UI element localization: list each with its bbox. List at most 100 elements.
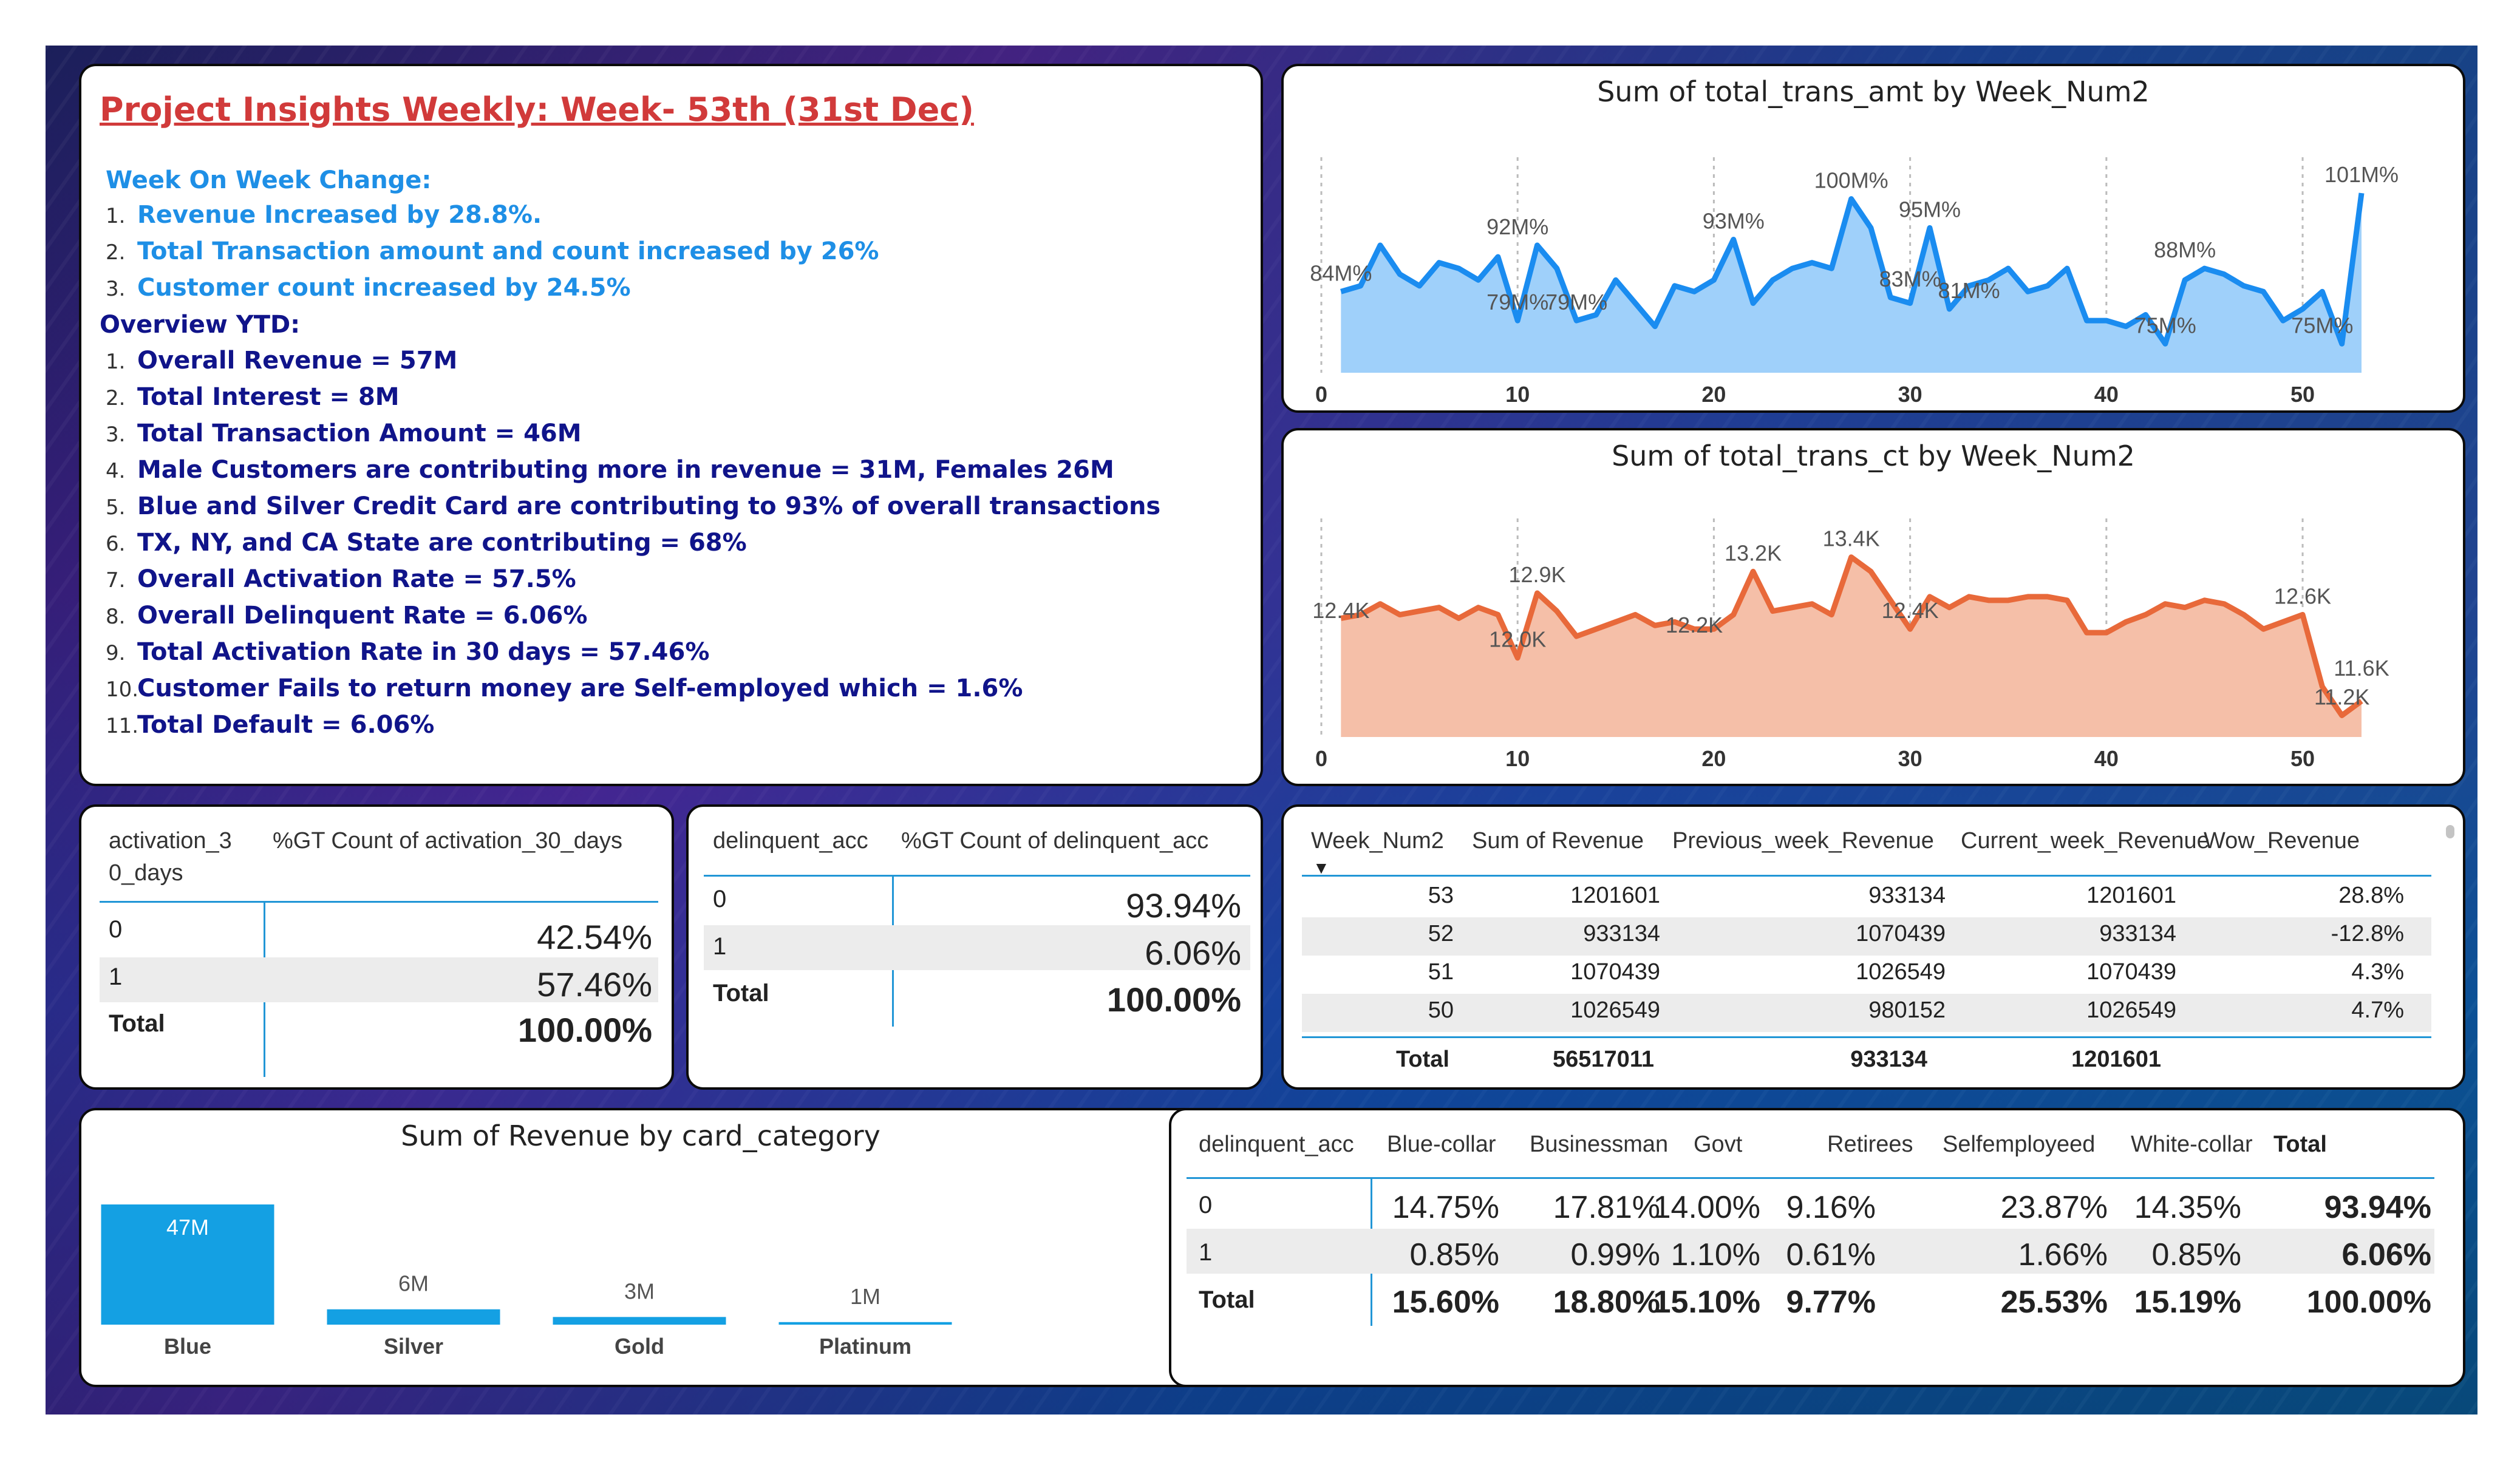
insight-item: 4. Male Customers are contributing more i…	[106, 456, 1114, 484]
row-key: 0	[109, 916, 123, 943]
table-cell: 14.75%	[1392, 1190, 1499, 1225]
row-value: 42.54%	[537, 918, 652, 956]
column-header[interactable]: delinquent_acc	[1199, 1132, 1354, 1158]
table-cell: 52	[1428, 921, 1454, 946]
list-number: 8.	[106, 605, 126, 629]
list-number: 3.	[106, 277, 126, 301]
list-number: 11.	[106, 714, 139, 738]
column-header-week[interactable]: Week_Num2	[1311, 828, 1444, 854]
total-label: Total	[713, 980, 769, 1007]
insight-text: Customer count increased by 24.5%	[137, 274, 631, 302]
column-header[interactable]: Selfemployeed	[1943, 1132, 2095, 1158]
column-header[interactable]: Previous_week_Revenue	[1672, 828, 1934, 854]
column-header[interactable]: Blue-collar	[1387, 1132, 1496, 1158]
x-tick-label: 40	[2094, 746, 2119, 771]
column-header[interactable]: %GT Count of delinquent_acc	[901, 828, 1208, 854]
column-header[interactable]: activation_3	[109, 828, 232, 854]
column-header[interactable]: Sum of Revenue	[1472, 828, 1644, 854]
table-cell: 1070439	[1856, 921, 1946, 946]
table-cell: 9.16%	[1786, 1190, 1876, 1225]
insight-item: 5. Blue and Silver Credit Card are contri…	[106, 492, 1160, 520]
column-header[interactable]: Retirees	[1827, 1132, 1913, 1158]
data-label: 88M%	[2154, 237, 2216, 262]
data-label: 13.4K	[1823, 526, 1880, 551]
column-header[interactable]: White-collar	[2131, 1132, 2253, 1158]
category-label: Platinum	[819, 1334, 911, 1359]
insight-item: 8. Overall Delinquent Rate = 6.06%	[106, 602, 587, 630]
x-tick-label: 0	[1315, 746, 1327, 771]
column-header[interactable]: Businessman	[1530, 1132, 1668, 1158]
table-cell: 1.10%	[1670, 1237, 1760, 1272]
insight-item: 7. Overall Activation Rate = 57.5%	[106, 565, 576, 593]
table-cell: 4.3%	[2351, 959, 2404, 985]
total-value: 100.00%	[1106, 980, 1241, 1019]
list-number: 7.	[106, 568, 126, 593]
bar[interactable]	[778, 1322, 952, 1325]
data-label: 81M%	[1938, 278, 2000, 303]
insight-item: 2. Total Interest = 8M	[106, 383, 400, 411]
table-cell: 0.85%	[2151, 1237, 2241, 1272]
insights-panel: Project Insights Weekly: Week- 53th (31s…	[79, 64, 1263, 786]
data-label: 75M%	[2134, 313, 2196, 338]
table-cell: 1201601	[1570, 883, 1660, 908]
data-label: 12.6K	[2274, 584, 2331, 609]
activation-table: activation_3 0_days %GT Count of activat…	[81, 807, 672, 1087]
delinquent-table-panel: delinquent_acc %GT Count of delinquent_a…	[686, 804, 1263, 1090]
card-category-bar-chart: 47M Blue 6M Silver 3M Gold 1M Platinum	[101, 1204, 952, 1359]
column-header[interactable]: Total	[2273, 1132, 2327, 1158]
table-cell: 1.66%	[2018, 1237, 2108, 1272]
bar[interactable]	[553, 1317, 726, 1325]
occupation-matrix-panel: delinquent_acc Blue-collar Businessman Govt…	[1169, 1108, 2465, 1387]
table-cell: 50	[1428, 997, 1454, 1023]
column-header[interactable]: Wow_Revenue	[2204, 828, 2360, 854]
insight-text: TX, NY, and CA State are contributing = …	[137, 529, 747, 557]
list-number: 5.	[106, 495, 126, 520]
total-divider	[1302, 1036, 2431, 1038]
data-label: 12.9K	[1508, 562, 1565, 587]
data-label: 84M%	[1310, 260, 1372, 285]
table-cell: 9.77%	[1786, 1285, 1876, 1320]
column-header[interactable]: %GT Count of activation_30_days	[273, 828, 622, 854]
scrollbar-thumb[interactable]	[2446, 825, 2454, 838]
insight-text: Overall Delinquent Rate = 6.06%	[137, 602, 588, 630]
table-cell: 23.87%	[2000, 1190, 2108, 1225]
category-label: Blue	[164, 1334, 211, 1359]
insight-text: Overall Activation Rate = 57.5%	[137, 565, 576, 593]
total-value: 100.00%	[517, 1011, 652, 1049]
data-label: 101M%	[2324, 162, 2399, 187]
table-cell: 53	[1428, 883, 1454, 908]
activation-table-panel: activation_3 0_days %GT Count of activat…	[79, 804, 674, 1090]
header-divider	[1302, 875, 2431, 877]
table-cell: 980152	[1868, 997, 1946, 1023]
row-key: 1	[1199, 1239, 1213, 1266]
x-tick-label: 30	[1898, 382, 1922, 407]
ytd-heading: Overview YTD:	[100, 311, 301, 339]
data-label: 47M	[166, 1215, 209, 1240]
insight-item: 11.Total Default = 6.06%	[106, 711, 434, 739]
column-header[interactable]: Current_week_Revenue	[1961, 828, 2210, 854]
list-number: 6.	[106, 532, 126, 556]
data-label: 95M%	[1899, 197, 1961, 222]
trans-amt-chart-panel: Sum of total_trans_amt by Week_Num2 0 10 2…	[1281, 64, 2465, 413]
x-tick-label: 50	[2290, 746, 2315, 771]
table-cell: 1026549	[2086, 997, 2176, 1023]
insight-text: Male Customers are contributing more in …	[137, 456, 1114, 484]
list-number: 2.	[106, 240, 126, 265]
table-cell: 0.61%	[1786, 1237, 1876, 1272]
column-header[interactable]: Govt	[1694, 1132, 1742, 1158]
data-label: 13.2K	[1725, 540, 1782, 565]
list-number: 4.	[106, 459, 126, 483]
row-key: 1	[713, 933, 727, 960]
table-cell: 17.81%	[1553, 1190, 1660, 1225]
bar[interactable]	[327, 1309, 500, 1325]
row-key: 1	[109, 963, 123, 990]
category-label: Gold	[615, 1334, 664, 1359]
list-number: 9.	[106, 641, 126, 665]
table-cell: 25.53%	[2000, 1285, 2108, 1320]
list-number: 3.	[106, 423, 126, 447]
insight-text: Total Transaction Amount = 46M	[137, 419, 582, 447]
column-header[interactable]: 0_days	[109, 860, 183, 886]
data-label: 1M	[850, 1284, 880, 1309]
insight-item: 9. Total Activation Rate in 30 days = 57.…	[106, 638, 709, 666]
column-header[interactable]: delinquent_acc	[713, 828, 868, 854]
